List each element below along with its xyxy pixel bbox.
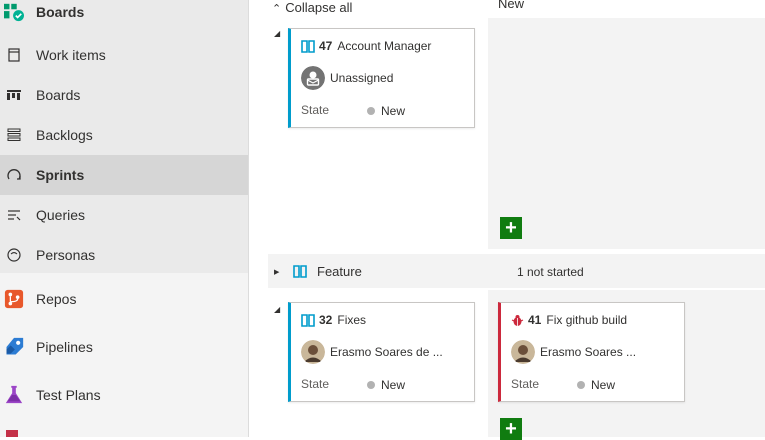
card-title-text: Account Manager — [337, 39, 432, 53]
nav-label: Repos — [36, 291, 77, 307]
nav-test-plans[interactable]: Test Plans — [0, 375, 248, 415]
work-item-card[interactable]: 41 Fix github build Erasmo Soares ... St… — [498, 302, 685, 402]
collapse-row-icon[interactable]: ◢ — [274, 305, 280, 314]
nav-boards[interactable]: Boards — [0, 75, 248, 115]
nav-label: Sprints — [36, 167, 85, 183]
state-value[interactable]: New — [367, 104, 405, 118]
nav-label: Pipelines — [36, 339, 93, 355]
card-title[interactable]: 41 Fix github build — [511, 313, 627, 327]
card-title[interactable]: 32 Fixes — [301, 313, 366, 327]
new-column-cell — [488, 18, 765, 249]
card-assignee[interactable]: Unassigned — [301, 66, 393, 90]
user-avatar — [511, 340, 535, 364]
card-title-text: Fix github build — [546, 313, 628, 327]
card-id: 47 — [319, 39, 333, 53]
nav-boards-hub[interactable]: Boards — [0, 0, 248, 32]
pipelines-icon — [4, 337, 24, 357]
collapse-all-label: Collapse all — [285, 0, 353, 15]
chevron-up-icon: ⌃ — [272, 3, 282, 15]
collapse-all-button[interactable]: ⌃ Collapse all — [272, 0, 352, 15]
state-label: State — [511, 377, 540, 391]
bug-icon — [511, 314, 524, 326]
feature-row-status: 1 not started — [517, 265, 584, 279]
boards-icon — [4, 85, 24, 105]
nav-label: Work items — [36, 47, 106, 63]
nav-repos[interactable]: Repos — [0, 279, 248, 319]
personas-icon — [4, 245, 24, 265]
feature-row-label: Feature — [317, 264, 362, 279]
state-dot-icon — [367, 381, 375, 389]
work-items-icon — [4, 45, 24, 65]
unassigned-avatar-icon — [301, 66, 325, 90]
card-assignee[interactable]: Erasmo Soares ... — [511, 340, 636, 364]
expand-row-icon[interactable]: ▶ — [274, 268, 279, 276]
backlog-item-icon — [301, 313, 315, 327]
nav-personas[interactable]: Personas — [0, 235, 248, 275]
card-id: 41 — [528, 313, 542, 327]
nav-sprints[interactable]: Sprints — [0, 155, 248, 195]
state-label: State — [301, 103, 330, 117]
card-id: 32 — [319, 313, 333, 327]
boards-hub-icon — [4, 2, 24, 22]
backlog-item-icon — [301, 39, 315, 53]
state-text: New — [381, 378, 406, 392]
work-item-card[interactable]: 32 Fixes Erasmo Soares de ... State New — [288, 302, 475, 402]
nav-pipelines[interactable]: Pipelines — [0, 327, 248, 367]
queries-icon — [4, 205, 24, 225]
state-dot-icon — [367, 107, 375, 115]
nav-queries[interactable]: Queries — [0, 195, 248, 235]
card-assignee[interactable]: Erasmo Soares de ... — [301, 340, 443, 364]
nav-next-icon — [6, 430, 18, 437]
repos-icon — [4, 289, 24, 309]
collapse-row-icon[interactable]: ◢ — [274, 29, 280, 38]
column-header-new: New — [498, 0, 525, 11]
state-value[interactable]: New — [367, 378, 405, 392]
assignee-name: Unassigned — [330, 71, 394, 85]
feature-icon — [293, 265, 307, 278]
assignee-name: Erasmo Soares ... — [540, 345, 637, 359]
backlogs-icon — [4, 125, 24, 145]
nav-label: Queries — [36, 207, 86, 223]
assignee-name: Erasmo Soares de ... — [330, 345, 443, 359]
nav-label: Personas — [36, 247, 96, 263]
nav-label: Boards — [36, 4, 85, 20]
state-label: State — [301, 377, 330, 391]
card-title[interactable]: 47 Account Manager — [301, 39, 431, 53]
nav-label: Test Plans — [36, 387, 101, 403]
left-navigation: Boards Work items Boards Backlogs Sprint… — [0, 0, 249, 437]
state-text: New — [591, 378, 616, 392]
nav-label: Boards — [36, 87, 81, 103]
nav-work-items[interactable]: Work items — [0, 35, 248, 75]
card-title-text: Fixes — [337, 313, 367, 327]
work-item-card[interactable]: 47 Account Manager Unassigned State New — [288, 28, 475, 128]
user-avatar — [301, 340, 325, 364]
nav-backlogs[interactable]: Backlogs — [0, 115, 248, 155]
state-dot-icon — [577, 381, 585, 389]
nav-label: Backlogs — [36, 127, 93, 143]
add-card-button[interactable]: + — [500, 217, 522, 239]
state-text: New — [381, 104, 406, 118]
sprints-icon — [4, 165, 24, 185]
state-value[interactable]: New — [577, 378, 615, 392]
test-plans-icon — [4, 385, 24, 405]
